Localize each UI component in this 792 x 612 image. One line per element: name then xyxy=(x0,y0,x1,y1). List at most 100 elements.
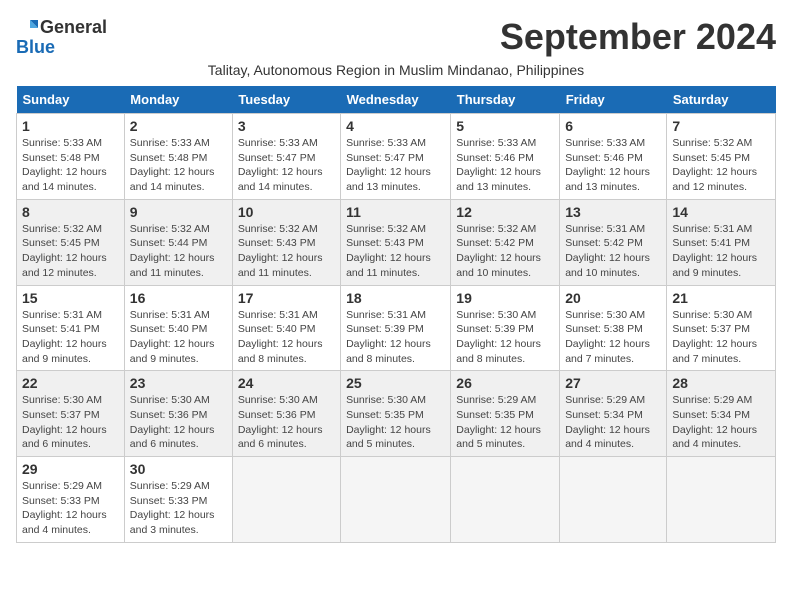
column-header-monday: Monday xyxy=(124,86,232,114)
day-info: Sunrise: 5:31 AMSunset: 5:41 PMDaylight:… xyxy=(22,308,119,367)
calendar-week-row: 22 Sunrise: 5:30 AMSunset: 5:37 PMDayligh… xyxy=(17,371,776,457)
calendar-cell: 21 Sunrise: 5:30 AMSunset: 5:37 PMDayligh… xyxy=(667,285,776,371)
day-info: Sunrise: 5:32 AMSunset: 5:45 PMDaylight:… xyxy=(672,136,770,195)
calendar-cell: 6 Sunrise: 5:33 AMSunset: 5:46 PMDaylight… xyxy=(560,114,667,200)
location-title: Talitay, Autonomous Region in Muslim Min… xyxy=(16,62,776,78)
day-number: 22 xyxy=(22,375,119,391)
calendar-week-row: 29 Sunrise: 5:29 AMSunset: 5:33 PMDayligh… xyxy=(17,457,776,543)
calendar-cell xyxy=(451,457,560,543)
day-number: 26 xyxy=(456,375,554,391)
day-info: Sunrise: 5:33 AMSunset: 5:47 PMDaylight:… xyxy=(346,136,445,195)
calendar-cell: 14 Sunrise: 5:31 AMSunset: 5:41 PMDayligh… xyxy=(667,199,776,285)
calendar-cell: 8 Sunrise: 5:32 AMSunset: 5:45 PMDaylight… xyxy=(17,199,125,285)
calendar-table: SundayMondayTuesdayWednesdayThursdayFrid… xyxy=(16,86,776,543)
column-header-wednesday: Wednesday xyxy=(341,86,451,114)
calendar-cell: 5Sunrise: 5:33 AMSunset: 5:46 PMDaylight… xyxy=(451,114,560,200)
day-number: 8 xyxy=(22,204,119,220)
day-number: 16 xyxy=(130,290,227,306)
day-number: 28 xyxy=(672,375,770,391)
calendar-cell xyxy=(341,457,451,543)
day-info: Sunrise: 5:30 AMSunset: 5:37 PMDaylight:… xyxy=(22,393,119,452)
day-info: Sunrise: 5:30 AMSunset: 5:36 PMDaylight:… xyxy=(130,393,227,452)
calendar-cell: 12 Sunrise: 5:32 AMSunset: 5:42 PMDayligh… xyxy=(451,199,560,285)
calendar-cell: 17Sunrise: 5:31 AMSunset: 5:40 PMDayligh… xyxy=(232,285,340,371)
column-header-sunday: Sunday xyxy=(17,86,125,114)
day-info: Sunrise: 5:29 AMSunset: 5:33 PMDaylight:… xyxy=(22,479,119,538)
day-info: Sunrise: 5:29 AMSunset: 5:34 PMDaylight:… xyxy=(672,393,770,452)
day-info: Sunrise: 5:29 AMSunset: 5:35 PMDaylight:… xyxy=(456,393,554,452)
calendar-cell: 15 Sunrise: 5:31 AMSunset: 5:41 PMDayligh… xyxy=(17,285,125,371)
day-number: 11 xyxy=(346,204,445,220)
logo: General Blue xyxy=(16,16,107,56)
column-header-friday: Friday xyxy=(560,86,667,114)
day-info: Sunrise: 5:33 AMSunset: 5:48 PMDaylight:… xyxy=(22,136,119,195)
calendar-cell: 30 Sunrise: 5:29 AMSunset: 5:33 PMDayligh… xyxy=(124,457,232,543)
calendar-cell: 11 Sunrise: 5:32 AMSunset: 5:43 PMDayligh… xyxy=(341,199,451,285)
calendar-cell: 20 Sunrise: 5:30 AMSunset: 5:38 PMDayligh… xyxy=(560,285,667,371)
column-header-thursday: Thursday xyxy=(451,86,560,114)
day-info: Sunrise: 5:29 AMSunset: 5:34 PMDaylight:… xyxy=(565,393,661,452)
day-info: Sunrise: 5:32 AMSunset: 5:42 PMDaylight:… xyxy=(456,222,554,281)
calendar-cell: 2Sunrise: 5:33 AMSunset: 5:48 PMDaylight… xyxy=(124,114,232,200)
calendar-cell: 24 Sunrise: 5:30 AMSunset: 5:36 PMDayligh… xyxy=(232,371,340,457)
day-info: Sunrise: 5:30 AMSunset: 5:39 PMDaylight:… xyxy=(456,308,554,367)
calendar-week-row: 8 Sunrise: 5:32 AMSunset: 5:45 PMDaylight… xyxy=(17,199,776,285)
day-number: 30 xyxy=(130,461,227,477)
day-number: 12 xyxy=(456,204,554,220)
day-number: 19 xyxy=(456,290,554,306)
calendar-cell: 22 Sunrise: 5:30 AMSunset: 5:37 PMDayligh… xyxy=(17,371,125,457)
header-area: General Blue September 2024 xyxy=(16,16,776,58)
logo-blue: Blue xyxy=(16,38,55,56)
day-info: Sunrise: 5:30 AMSunset: 5:38 PMDaylight:… xyxy=(565,308,661,367)
calendar-cell: 27 Sunrise: 5:29 AMSunset: 5:34 PMDayligh… xyxy=(560,371,667,457)
day-number: 3 xyxy=(238,118,335,134)
day-number: 6 xyxy=(565,118,661,134)
day-number: 25 xyxy=(346,375,445,391)
day-info: Sunrise: 5:32 AMSunset: 5:43 PMDaylight:… xyxy=(346,222,445,281)
logo-icon xyxy=(16,16,38,38)
month-title: September 2024 xyxy=(500,16,776,58)
day-number: 5 xyxy=(456,118,554,134)
calendar-cell: 13Sunrise: 5:31 AMSunset: 5:42 PMDayligh… xyxy=(560,199,667,285)
calendar-cell: 26 Sunrise: 5:29 AMSunset: 5:35 PMDayligh… xyxy=(451,371,560,457)
day-info: Sunrise: 5:30 AMSunset: 5:37 PMDaylight:… xyxy=(672,308,770,367)
day-info: Sunrise: 5:29 AMSunset: 5:33 PMDaylight:… xyxy=(130,479,227,538)
day-number: 18 xyxy=(346,290,445,306)
day-info: Sunrise: 5:32 AMSunset: 5:44 PMDaylight:… xyxy=(130,222,227,281)
logo-general: General xyxy=(40,18,107,36)
column-header-tuesday: Tuesday xyxy=(232,86,340,114)
day-info: Sunrise: 5:33 AMSunset: 5:46 PMDaylight:… xyxy=(565,136,661,195)
day-number: 21 xyxy=(672,290,770,306)
calendar-cell: 29 Sunrise: 5:29 AMSunset: 5:33 PMDayligh… xyxy=(17,457,125,543)
day-number: 15 xyxy=(22,290,119,306)
day-number: 29 xyxy=(22,461,119,477)
day-info: Sunrise: 5:31 AMSunset: 5:41 PMDaylight:… xyxy=(672,222,770,281)
day-info: Sunrise: 5:32 AMSunset: 5:45 PMDaylight:… xyxy=(22,222,119,281)
calendar-week-row: 1 Sunrise: 5:33 AMSunset: 5:48 PMDaylight… xyxy=(17,114,776,200)
day-number: 10 xyxy=(238,204,335,220)
calendar-cell: 7 Sunrise: 5:32 AMSunset: 5:45 PMDaylight… xyxy=(667,114,776,200)
day-number: 14 xyxy=(672,204,770,220)
calendar-cell xyxy=(667,457,776,543)
day-number: 1 xyxy=(22,118,119,134)
calendar-cell: 10Sunrise: 5:32 AMSunset: 5:43 PMDayligh… xyxy=(232,199,340,285)
day-number: 13 xyxy=(565,204,661,220)
day-info: Sunrise: 5:31 AMSunset: 5:39 PMDaylight:… xyxy=(346,308,445,367)
calendar-cell: 1 Sunrise: 5:33 AMSunset: 5:48 PMDaylight… xyxy=(17,114,125,200)
calendar-cell: 16Sunrise: 5:31 AMSunset: 5:40 PMDayligh… xyxy=(124,285,232,371)
day-number: 4 xyxy=(346,118,445,134)
calendar-cell: 23Sunrise: 5:30 AMSunset: 5:36 PMDayligh… xyxy=(124,371,232,457)
day-info: Sunrise: 5:30 AMSunset: 5:36 PMDaylight:… xyxy=(238,393,335,452)
day-number: 7 xyxy=(672,118,770,134)
day-number: 27 xyxy=(565,375,661,391)
day-number: 24 xyxy=(238,375,335,391)
day-info: Sunrise: 5:33 AMSunset: 5:47 PMDaylight:… xyxy=(238,136,335,195)
calendar-cell: 28 Sunrise: 5:29 AMSunset: 5:34 PMDayligh… xyxy=(667,371,776,457)
calendar-cell: 25 Sunrise: 5:30 AMSunset: 5:35 PMDayligh… xyxy=(341,371,451,457)
day-info: Sunrise: 5:33 AMSunset: 5:48 PMDaylight:… xyxy=(130,136,227,195)
day-info: Sunrise: 5:30 AMSunset: 5:35 PMDaylight:… xyxy=(346,393,445,452)
day-number: 20 xyxy=(565,290,661,306)
calendar-cell xyxy=(232,457,340,543)
calendar-cell xyxy=(560,457,667,543)
calendar-cell: 3 Sunrise: 5:33 AMSunset: 5:47 PMDaylight… xyxy=(232,114,340,200)
